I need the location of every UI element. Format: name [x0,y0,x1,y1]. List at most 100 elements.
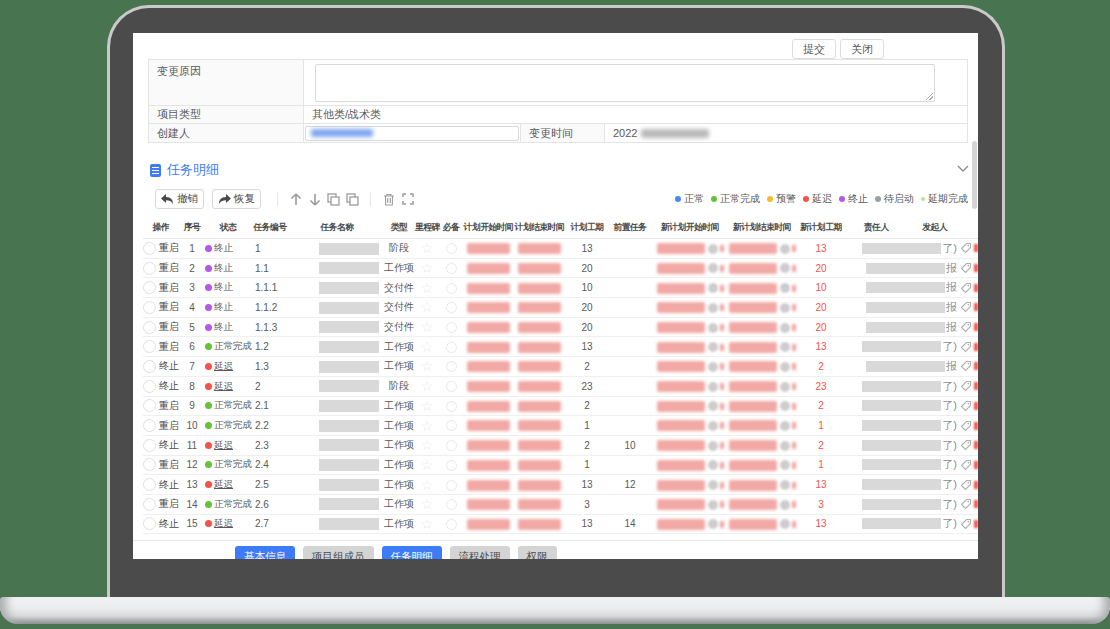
tab-任务明细[interactable]: 任务明细 [382,546,442,559]
operation-link[interactable]: 重启 [159,241,179,255]
undo-button[interactable]: 撤销 [155,189,204,209]
tag-icon[interactable] [960,262,972,274]
creator-input[interactable] [305,126,519,141]
row-radio[interactable] [143,262,156,275]
calendar-icon[interactable] [780,401,790,411]
operation-link[interactable]: 终止 [159,517,179,531]
operation-link[interactable]: 重启 [159,340,179,354]
calendar-icon[interactable] [708,263,718,273]
calendar-icon[interactable] [708,382,718,392]
tag-icon[interactable] [960,498,972,510]
operation-link[interactable]: 终止 [159,438,179,452]
tab-权限[interactable]: 权限 [518,546,557,559]
calendar-icon[interactable] [708,244,718,254]
tag-icon[interactable] [960,439,972,451]
calendar-icon[interactable] [780,480,790,490]
row-radio[interactable] [143,498,156,511]
tag-icon[interactable] [960,459,972,471]
star-icon: ☆ [421,339,434,355]
operation-link[interactable]: 终止 [159,379,179,393]
tab-流程处理[interactable]: 流程处理 [450,546,510,559]
calendar-icon[interactable] [708,480,718,490]
calendar-icon[interactable] [708,323,718,333]
row-radio[interactable] [143,281,156,294]
collapse-chevron-icon[interactable] [957,165,969,173]
operation-link[interactable]: 重启 [159,320,179,334]
move-up-icon[interactable] [286,193,305,206]
operation-link[interactable]: 重启 [159,281,179,295]
row-radio[interactable] [143,478,156,491]
operation-link[interactable]: 重启 [159,458,179,472]
tab-项目组成员[interactable]: 项目组成员 [303,546,374,559]
row-radio[interactable] [143,517,156,530]
calendar-icon[interactable] [708,342,718,352]
redacted-date [729,342,777,353]
resize-handle-icon[interactable] [926,93,933,100]
calendar-icon[interactable] [708,283,718,293]
row-radio[interactable] [143,321,156,334]
calendar-icon[interactable] [708,441,718,451]
row-radio[interactable] [143,380,156,393]
operation-link[interactable]: 重启 [159,399,179,413]
calendar-icon[interactable] [708,362,718,372]
seq-cell: 7 [179,361,205,372]
calendar-icon[interactable] [708,421,718,431]
tag-icon[interactable] [960,420,972,432]
calendar-icon[interactable] [780,362,790,372]
calendar-icon[interactable] [780,500,790,510]
calendar-icon[interactable] [708,303,718,313]
redacted-date [467,263,510,274]
calendar-icon[interactable] [780,263,790,273]
redacted-date [467,342,510,353]
calendar-icon[interactable] [780,382,790,392]
delete-icon[interactable] [379,193,398,206]
tag-icon[interactable] [960,301,972,313]
fullscreen-icon[interactable] [398,193,417,205]
row-radio[interactable] [143,340,156,353]
calendar-icon[interactable] [780,342,790,352]
submit-button[interactable]: 提交 [792,39,836,59]
tag-icon[interactable] [960,321,972,333]
row-radio[interactable] [143,301,156,314]
calendar-icon[interactable] [708,401,718,411]
operation-link[interactable]: 重启 [159,497,179,511]
calendar-icon[interactable] [708,500,718,510]
calendar-icon[interactable] [780,441,790,451]
operation-link[interactable]: 重启 [159,419,179,433]
tab-基本信息[interactable]: 基本信息 [235,546,295,559]
operation-link[interactable]: 重启 [159,261,179,275]
row-radio[interactable] [143,242,156,255]
close-button[interactable]: 关闭 [840,39,884,59]
calendar-icon[interactable] [780,460,790,470]
duplicate-icon[interactable] [343,193,362,206]
row-radio[interactable] [143,439,156,452]
tag-icon[interactable] [960,518,972,530]
calendar-icon[interactable] [780,303,790,313]
row-radio[interactable] [143,419,156,432]
tag-icon[interactable] [960,380,972,392]
row-radio[interactable] [143,360,156,373]
row-radio[interactable] [143,399,156,412]
calendar-icon[interactable] [780,244,790,254]
row-radio[interactable] [143,458,156,471]
tag-icon[interactable] [960,479,972,491]
calendar-icon[interactable] [780,323,790,333]
operation-link[interactable]: 重启 [159,300,179,314]
calendar-icon[interactable] [780,283,790,293]
calendar-icon[interactable] [708,519,718,529]
tag-icon[interactable] [960,282,972,294]
calendar-icon[interactable] [780,421,790,431]
tag-icon[interactable] [960,400,972,412]
operation-link[interactable]: 终止 [159,359,179,373]
vertical-scrollbar[interactable] [972,141,977,209]
operation-link[interactable]: 终止 [159,478,179,492]
calendar-icon[interactable] [708,460,718,470]
tag-icon[interactable] [960,341,972,353]
calendar-icon[interactable] [780,519,790,529]
copy-icon[interactable] [324,193,343,206]
tag-icon[interactable] [960,242,972,254]
change-reason-textarea[interactable] [315,64,935,102]
tag-icon[interactable] [960,360,972,372]
move-down-icon[interactable] [305,193,324,206]
redo-button[interactable]: 恢复 [212,189,261,209]
